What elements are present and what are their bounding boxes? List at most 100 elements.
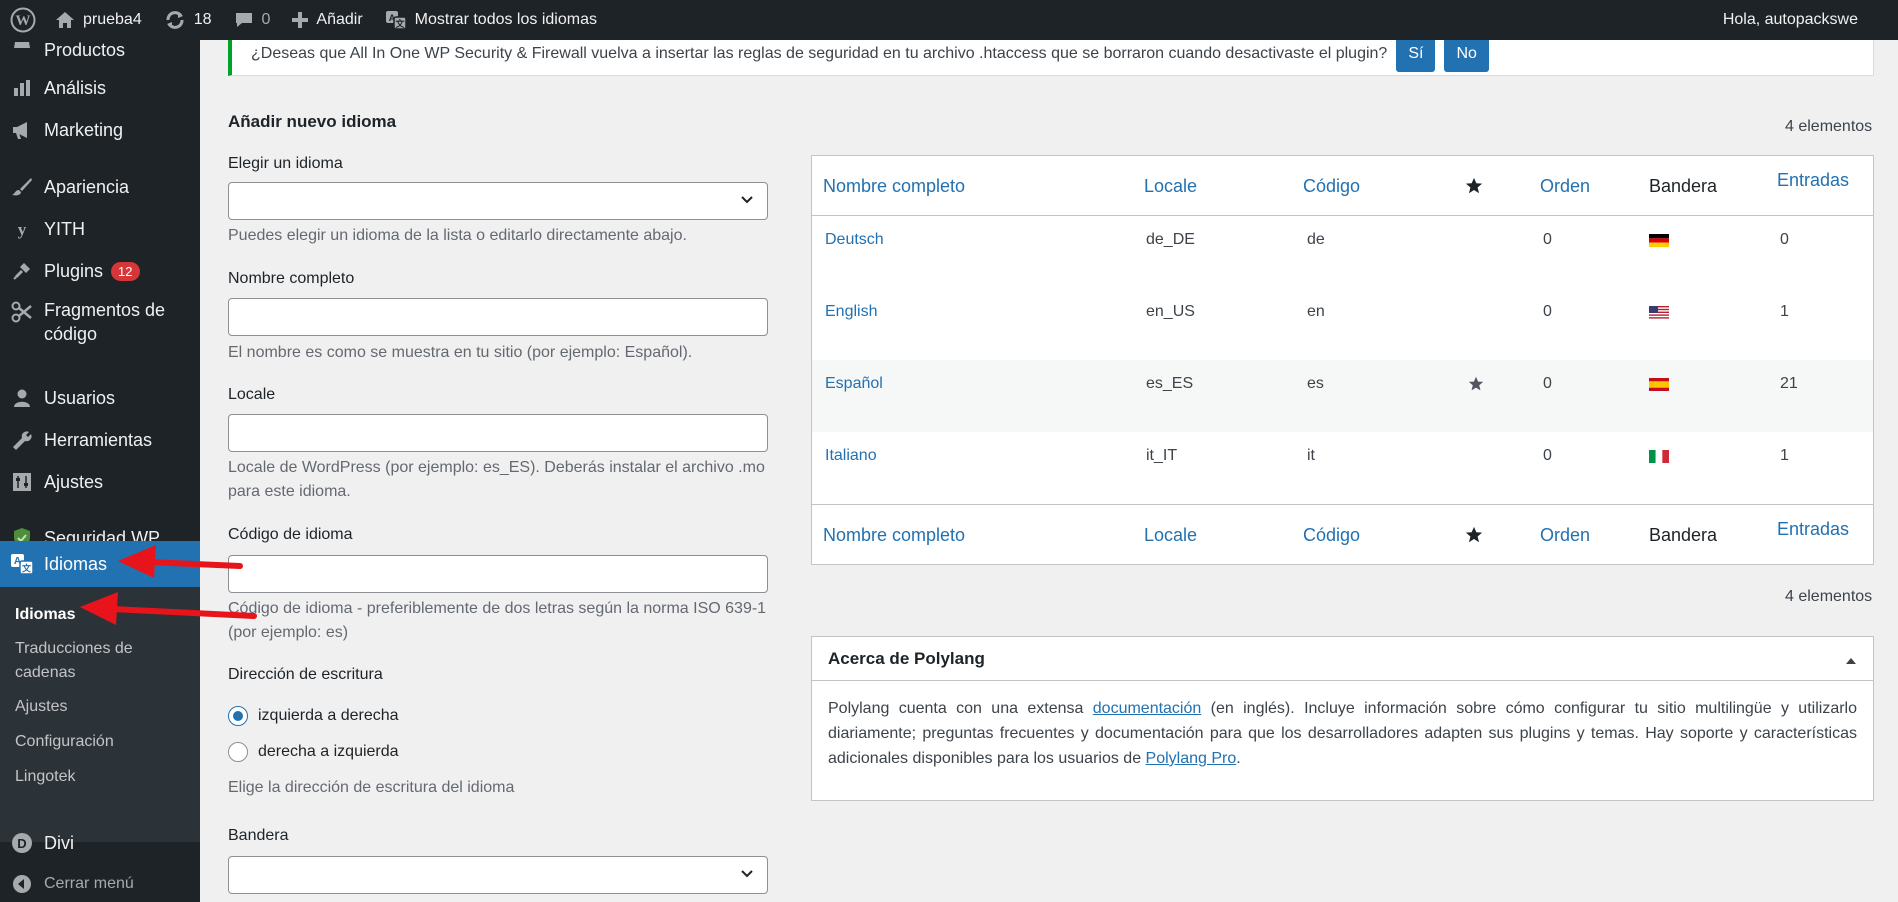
language-order: 0 (1543, 447, 1552, 464)
language-code: en (1307, 303, 1325, 320)
sidebar-item-yith[interactable]: y YITH (0, 208, 200, 250)
submenu-item-ajustes[interactable]: Ajustes (15, 695, 67, 719)
documentation-link[interactable]: documentación (1093, 700, 1202, 717)
language-name-link[interactable]: Deutsch (825, 216, 884, 264)
user-greeting[interactable]: Hola, autopackswe (1712, 0, 1898, 40)
submenu-item-lingotek[interactable]: Lingotek (15, 765, 76, 789)
column-footer-locale[interactable]: Locale (1144, 505, 1197, 565)
sidebar-item-apariencia[interactable]: Apariencia (0, 166, 200, 208)
notice-yes-button[interactable]: Sí (1396, 36, 1436, 72)
sidebar-item-idiomas[interactable]: A文 Idiomas (0, 541, 200, 587)
locale-input[interactable] (228, 414, 768, 452)
site-name-link[interactable]: prueba4 (44, 0, 153, 40)
comments-link[interactable]: 0 (223, 0, 282, 40)
language-code: it (1307, 447, 1315, 464)
table-row: Deutsch de_DE de 0 0 (812, 216, 1873, 288)
default-language-star-icon (1465, 505, 1483, 565)
user-icon (0, 388, 44, 408)
svg-text:A: A (14, 556, 21, 567)
column-footer-code[interactable]: Código (1303, 505, 1360, 565)
new-content-link[interactable]: Añadir (281, 0, 373, 40)
language-locale: en_US (1146, 303, 1195, 320)
language-order: 0 (1543, 231, 1552, 248)
column-header-posts[interactable]: Entradas (1777, 156, 1849, 204)
rtl-label: derecha a izquierda (258, 743, 399, 760)
wordpress-logo-icon[interactable]: W (0, 0, 44, 40)
rtl-radio[interactable] (228, 742, 248, 762)
greeting-text: Hola, autopackswe (1722, 11, 1858, 28)
chart-icon (0, 78, 44, 98)
direction-ltr-option[interactable]: izquierda a derecha (228, 706, 399, 726)
column-header-code[interactable]: Código (1303, 156, 1360, 216)
language-name-link[interactable]: Italiano (825, 432, 877, 480)
updates-link[interactable]: 18 (153, 0, 223, 40)
collapse-menu-button[interactable]: Cerrar menú (0, 864, 200, 902)
refresh-icon (164, 10, 186, 30)
default-star-icon[interactable] (1468, 360, 1484, 408)
column-header-order[interactable]: Orden (1540, 156, 1590, 216)
about-polylang-header[interactable]: Acerca de Polylang (812, 637, 1873, 681)
svg-text:W: W (16, 13, 31, 29)
languages-table: Nombre completo Locale Código Orden Band… (811, 155, 1874, 565)
sidebar-item-usuarios[interactable]: Usuarios (0, 377, 200, 419)
language-name-link[interactable]: Español (825, 360, 883, 408)
notice-no-button[interactable]: No (1444, 36, 1489, 72)
translate-icon: A文 (385, 10, 407, 30)
sidebar-item-fragmentos[interactable]: Fragmentos de código (0, 296, 200, 356)
polylang-pro-link[interactable]: Polylang Pro (1146, 750, 1237, 767)
usa-flag-icon (1649, 288, 1669, 336)
full-name-help: El nombre es como se muestra en tu sitio… (228, 344, 693, 361)
column-footer-posts[interactable]: Entradas (1777, 505, 1849, 553)
items-count-top: 4 elementos (1785, 118, 1873, 135)
sidebar-item-plugins[interactable]: Plugins 12 (0, 250, 200, 292)
sidebar-item-label: Herramientas (44, 429, 153, 450)
language-filter-link[interactable]: A文 Mostrar todos los idiomas (374, 0, 608, 40)
scissors-icon (0, 296, 44, 323)
comment-icon (234, 11, 254, 29)
language-name-link[interactable]: English (825, 288, 877, 336)
language-filter-label: Mostrar todos los idiomas (414, 11, 597, 28)
submenu-item-idiomas[interactable]: Idiomas (15, 603, 75, 627)
notice-text: ¿Deseas que All In One WP Security & Fir… (251, 45, 1388, 62)
spain-flag-icon (1649, 360, 1669, 408)
chevron-down-icon (739, 866, 755, 887)
svg-text:y: y (18, 220, 27, 239)
submenu-item-traducciones[interactable]: Traducciones de cadenas (15, 637, 175, 685)
collapse-arrow-icon (0, 874, 44, 894)
column-header-name[interactable]: Nombre completo (823, 156, 965, 216)
choose-language-select[interactable] (228, 182, 768, 220)
choose-language-help: Puedes elegir un idioma de la lista o ed… (228, 227, 687, 244)
language-code-input[interactable] (228, 555, 768, 593)
about-text-part: . (1236, 750, 1241, 767)
plugin-icon (0, 261, 44, 281)
sidebar-item-label: Ajustes (44, 471, 104, 492)
language-code-help: Código de idioma - preferiblemente de do… (228, 600, 767, 641)
plus-icon (292, 12, 309, 28)
ltr-radio[interactable] (228, 706, 248, 726)
sidebar-item-divi[interactable]: D Divi (0, 823, 200, 863)
language-posts-count: 1 (1780, 447, 1789, 464)
svg-text:文: 文 (394, 18, 405, 29)
sidebar-item-marketing[interactable]: Marketing (0, 109, 200, 151)
default-language-star-icon (1465, 156, 1483, 216)
direction-rtl-option[interactable]: derecha a izquierda (228, 742, 399, 762)
updates-count: 18 (193, 11, 212, 28)
sidebar-item-analisis[interactable]: Análisis (0, 67, 200, 109)
sidebar-item-label: Marketing (44, 119, 124, 140)
sidebar-item-ajustes[interactable]: Ajustes (0, 461, 200, 503)
add-language-title: Añadir nuevo idioma (228, 112, 397, 131)
choose-language-label: Elegir un idioma (228, 155, 343, 172)
chevron-down-icon (739, 192, 755, 213)
column-footer-flag: Bandera (1649, 524, 1718, 545)
column-footer-name[interactable]: Nombre completo (823, 505, 965, 565)
flag-select[interactable] (228, 856, 768, 894)
column-footer-order[interactable]: Orden (1540, 505, 1590, 565)
column-header-locale[interactable]: Locale (1144, 156, 1197, 216)
sidebar-item-herramientas[interactable]: Herramientas (0, 419, 200, 461)
submenu-item-configuracion[interactable]: Configuración (15, 730, 114, 754)
sidebar-item-productos[interactable]: Productos (0, 40, 200, 66)
collapse-triangle-icon[interactable] (1845, 651, 1857, 671)
germany-flag-icon (1649, 216, 1669, 264)
full-name-label: Nombre completo (228, 270, 355, 287)
full-name-input[interactable] (228, 298, 768, 336)
